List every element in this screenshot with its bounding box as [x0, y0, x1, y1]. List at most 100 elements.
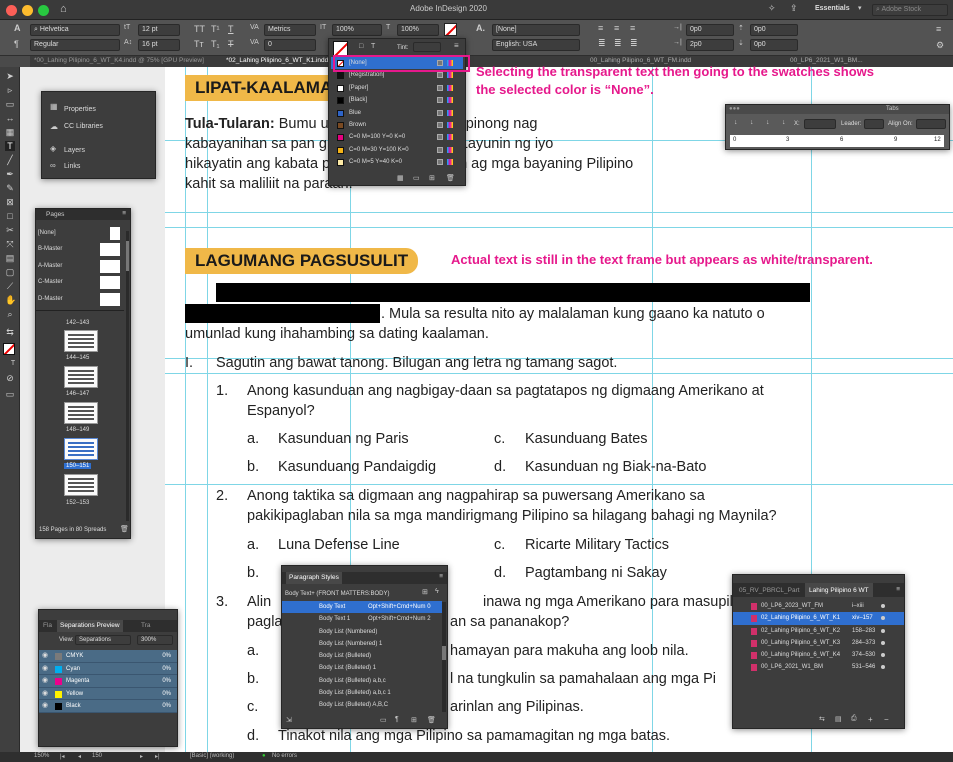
book-document-row[interactable]: 00_Lahing Pilipino_6_WT_K4 374–530 [733, 649, 904, 661]
choice-text[interactable]: Kasunduang Bates [525, 431, 648, 447]
choice-text[interactable]: Luna Defense Line [278, 537, 400, 553]
flattener-tab[interactable]: Fla [43, 622, 52, 629]
book-tab-active[interactable]: Lahing Pilipino 6 WT [805, 583, 873, 597]
trash-icon[interactable]: 🗑 [446, 174, 455, 182]
tab-leader-field[interactable] [864, 119, 884, 129]
tab-align-field[interactable] [916, 119, 946, 129]
style-override-icon[interactable]: ⇲ [286, 716, 292, 724]
character-mode-icon[interactable]: A [14, 23, 21, 33]
eye-icon[interactable]: ◉ [42, 689, 48, 697]
chevron-down-icon[interactable]: ▾ [858, 4, 862, 12]
home-icon[interactable]: ⌂ [60, 3, 67, 15]
new-swatch-icon[interactable]: ⊞ [429, 174, 435, 182]
close-window-button[interactable] [6, 5, 17, 16]
choice-text[interactable]: Ricarte Military Tactics [525, 537, 669, 553]
ink-row[interactable]: ◉ Magenta 0% [39, 675, 177, 688]
pen-tool-icon[interactable]: ✒ [5, 169, 15, 179]
question-text[interactable]: pakikipaglaban nila sa mga mandirigmang … [247, 508, 777, 524]
choice-text[interactable]: Tinakot nila ang mga Pilipino sa pamamag… [278, 728, 670, 744]
share-icon[interactable]: ⇪ [790, 3, 798, 14]
panel-menu-icon[interactable]: ≡ [439, 573, 443, 580]
underline-icon[interactable]: T [228, 24, 234, 34]
pages-scrollbar[interactable] [126, 231, 129, 521]
question-text[interactable]: Alin [247, 594, 271, 610]
tab-x-field[interactable] [804, 119, 836, 129]
justify-all-icon[interactable]: ≣ [630, 38, 638, 49]
paragraph-style-row[interactable]: Body List (Bulleted) [282, 650, 442, 662]
center-tab-icon[interactable]: ↓ [750, 119, 754, 126]
panel-menu-icon[interactable]: ≡ [122, 210, 126, 217]
ink-row[interactable]: ◉ Yellow 0% [39, 687, 177, 700]
doc-tab[interactable]: 00_Lahing Pilipino_6_WT_FM.indd [590, 57, 691, 64]
rectangle-frame-tool-icon[interactable]: ⊠ [5, 197, 15, 207]
add-document-icon[interactable]: + [868, 715, 873, 724]
new-style-icon[interactable]: ⊞ [411, 716, 417, 724]
choice-text[interactable]: Kasunduan ng Paris [278, 431, 409, 447]
transparent-text-highlight[interactable] [216, 283, 810, 302]
view-mode-icon[interactable]: ▭ [5, 389, 15, 399]
page-number-field[interactable]: 150 [92, 753, 102, 759]
layers-panel-tab[interactable]: Layers [64, 147, 85, 154]
choice-text[interactable]: Kasunduan ng Biak-na-Bato [525, 459, 706, 475]
left-indent-field[interactable]: 0p0 [686, 24, 734, 36]
note-tool-icon[interactable]: ▢ [5, 267, 15, 277]
question-text[interactable]: an sa pananakop? [450, 614, 569, 630]
superscript-icon[interactable]: T¹ [211, 24, 220, 34]
panel-menu-icon[interactable]: ≡ [454, 41, 459, 50]
new-color-group-icon[interactable]: ▦ [397, 174, 404, 182]
properties-panel-tab[interactable]: Properties [64, 106, 96, 113]
minimize-window-button[interactable] [22, 5, 33, 16]
swatch-options-icon[interactable]: ▭ [413, 174, 420, 182]
eye-icon[interactable]: ◉ [42, 651, 48, 659]
trash-icon[interactable]: 🗑 [120, 525, 129, 533]
zoom-level[interactable]: 150% [34, 753, 49, 759]
language-field[interactable]: English: USA [492, 39, 580, 51]
free-transform-tool-icon[interactable]: ⤧ [5, 239, 15, 249]
master-item[interactable]: [None] [38, 230, 56, 236]
leading-field[interactable]: 16 pt [138, 39, 180, 51]
swatch-row[interactable]: C=0 M=30 Y=100 K=0 [331, 144, 463, 156]
tab-ruler[interactable]: 0 3 6 9 12 [730, 135, 944, 147]
font-size-field[interactable]: 12 pt [138, 24, 180, 36]
page-thumbnail[interactable] [110, 293, 120, 306]
swatch-row[interactable]: Blue [331, 107, 463, 119]
question-text[interactable]: Espanyol? [247, 403, 315, 419]
swatch-row[interactable]: C=0 M=100 Y=0 K=0 [331, 131, 463, 143]
book-document-row[interactable]: 02_Lahing Pilipino_6_WT_K1 xiv–157 [733, 612, 904, 625]
paragraph-style-row[interactable]: Body List (Bulleted) A,B,C [282, 699, 442, 711]
align-left-icon[interactable]: ≡ [598, 23, 603, 33]
adobe-stock-search[interactable]: ⌕ Adobe Stock [872, 4, 948, 16]
cc-libraries-panel-tab[interactable]: CC Libraries [64, 123, 103, 130]
right-tab-icon[interactable]: ↓ [766, 119, 770, 126]
pencil-tool-icon[interactable]: ✎ [5, 183, 15, 193]
new-style-from-selection-icon[interactable]: ⊞ [422, 588, 428, 596]
swap-fill-stroke-icon[interactable]: ⇆ [5, 327, 15, 337]
question-text[interactable]: Anong kasunduan ang nagbigay-daan sa pag… [247, 383, 764, 399]
decimal-tab-icon[interactable]: ↓ [782, 119, 786, 126]
spread-thumbnail[interactable] [64, 366, 98, 388]
align-center-icon[interactable]: ≡ [614, 23, 619, 33]
spread-thumbnail[interactable] [64, 330, 98, 352]
eye-icon[interactable]: ◉ [42, 676, 48, 684]
tracking-field[interactable]: 0 [264, 39, 316, 51]
synchronize-icon[interactable]: ⇆ [819, 715, 825, 723]
paragraph-style-row[interactable]: Body List (Bulleted) a,b,c 1 [282, 687, 442, 699]
fill-none-icon[interactable] [333, 41, 348, 56]
next-page-icon[interactable]: ▸ [140, 753, 143, 760]
paragraph-style-row[interactable]: Body Text 1 Opt+Shift+Cmd+Num 2 [282, 613, 442, 625]
swatch-row[interactable]: [Paper] [331, 82, 463, 94]
subscript-icon[interactable]: T₁ [211, 39, 220, 49]
page-thumbnail[interactable] [110, 276, 120, 289]
instruction-text[interactable]: Sagutin ang bawat tanong. Bilugan ang le… [216, 355, 617, 371]
book-document-row[interactable]: 00_LP6_2021_W1_BM 531–546 [733, 661, 904, 673]
page-tool-icon[interactable]: ▭ [5, 99, 15, 109]
zoom-tool-icon[interactable]: ⌕ [5, 309, 15, 319]
eyedropper-tool-icon[interactable]: ⟋ [5, 281, 15, 291]
choice-text[interactable]: Pagtambang ni Sakay [525, 565, 667, 581]
gear-icon[interactable]: ⚙ [936, 40, 944, 51]
question-text[interactable]: Anong taktika sa digmaan ang nagpahirap … [247, 488, 705, 504]
vertical-scale-field[interactable]: 100% [332, 24, 382, 36]
separations-tab[interactable]: Separations Preview [57, 620, 123, 632]
text-formatting-icon[interactable]: T [371, 43, 375, 50]
first-page-icon[interactable]: |◂ [60, 753, 65, 760]
